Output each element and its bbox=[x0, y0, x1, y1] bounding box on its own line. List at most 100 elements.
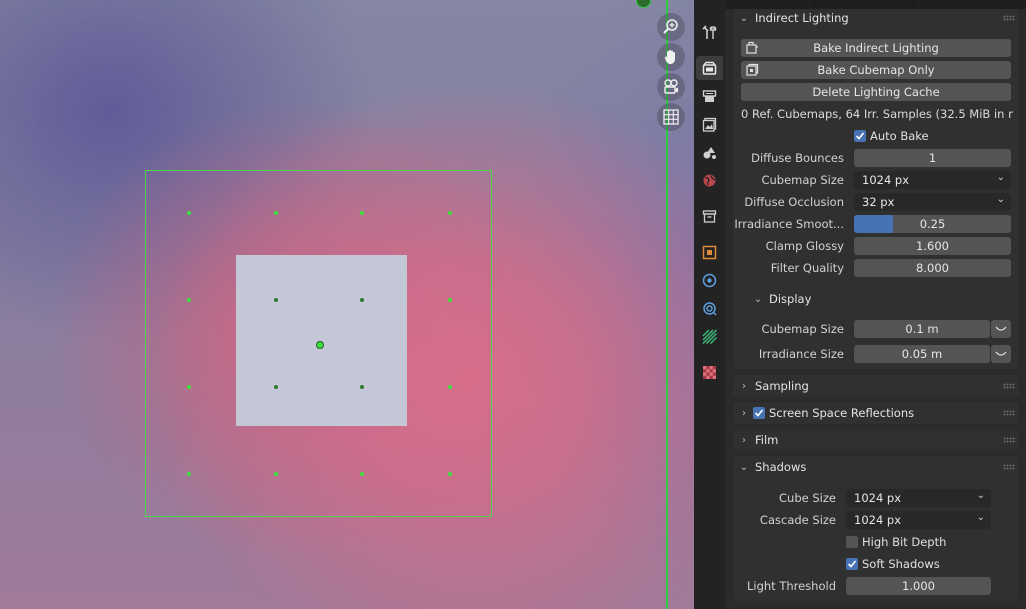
light-threshold-field[interactable]: 1.000 bbox=[846, 577, 991, 595]
3d-viewport[interactable] bbox=[0, 0, 694, 609]
scene-icon bbox=[703, 147, 716, 159]
tab-collection[interactable] bbox=[701, 208, 718, 225]
irradiance-sample-dot bbox=[360, 385, 364, 389]
irradiance-sample-dot bbox=[448, 385, 452, 389]
object-origin-marker bbox=[636, 0, 651, 8]
irradiance-sample-dot bbox=[274, 298, 278, 302]
chevron-right-icon: › bbox=[742, 380, 746, 392]
tab-view-layer[interactable] bbox=[701, 116, 718, 133]
soft-shadows-label: Soft Shadows bbox=[862, 557, 940, 571]
tab-texture[interactable] bbox=[701, 364, 718, 381]
high-bit-depth-checkbox[interactable] bbox=[846, 536, 858, 548]
diffuse-occlusion-label: Diffuse Occlusion bbox=[744, 195, 844, 209]
chevron-down-icon: ⌄ bbox=[996, 172, 1005, 183]
properties-search-field[interactable] bbox=[811, 0, 917, 7]
bake-cubemap-only-button[interactable]: Bake Cubemap Only bbox=[741, 61, 1011, 79]
delete-lighting-cache-button[interactable]: Delete Lighting Cache bbox=[741, 83, 1011, 101]
panel-title: Film bbox=[755, 433, 779, 447]
dropdown-value: 1024 px bbox=[862, 173, 910, 187]
tab-particles[interactable] bbox=[701, 300, 718, 317]
irradiance-smoothing-slider[interactable]: 0.25 bbox=[854, 215, 1011, 233]
auto-bake-label: Auto Bake bbox=[870, 129, 929, 143]
drag-handle-icon[interactable] bbox=[1003, 383, 1015, 389]
irradiance-sample-dot bbox=[274, 211, 278, 215]
render-icon bbox=[702, 61, 717, 75]
camera-view-button[interactable] bbox=[657, 73, 685, 101]
cube-size-label: Cube Size bbox=[779, 491, 836, 505]
cubemap-size-dropdown[interactable]: 1024 px ⌄ bbox=[854, 171, 1011, 189]
properties-editor: ⌄ Indirect Lighting Bake Indirect Lighti… bbox=[725, 0, 1026, 609]
checkmark-icon bbox=[855, 132, 865, 140]
output-icon bbox=[702, 90, 717, 102]
cube-size-dropdown[interactable]: 1024 px ⌄ bbox=[846, 489, 991, 507]
hide-icon bbox=[995, 351, 1007, 356]
cubemap-size-label: Cubemap Size bbox=[761, 173, 844, 187]
view-layer-icon bbox=[702, 117, 717, 132]
cascade-size-dropdown[interactable]: 1024 px ⌄ bbox=[846, 511, 991, 529]
clamp-glossy-field[interactable]: 1.600 bbox=[854, 237, 1011, 255]
irradiance-sample-dot bbox=[448, 211, 452, 215]
irradiance-sample-dot bbox=[187, 385, 191, 389]
texture-icon bbox=[703, 366, 716, 379]
diffuse-bounces-field[interactable]: 1 bbox=[854, 149, 1011, 167]
world-icon bbox=[703, 174, 716, 187]
hand-pan-icon bbox=[664, 50, 675, 64]
display-cubemap-size-field[interactable]: 0.1 m bbox=[854, 320, 990, 338]
chevron-right-icon: › bbox=[742, 434, 746, 446]
irradiance-volume-center-dot[interactable] bbox=[316, 341, 324, 349]
tab-physics[interactable] bbox=[701, 328, 718, 345]
irradiance-sample-dot bbox=[274, 472, 278, 476]
modifier-icon bbox=[702, 273, 717, 288]
zoom-button[interactable] bbox=[657, 13, 685, 41]
button-label: Bake Indirect Lighting bbox=[813, 41, 939, 55]
tab-tool[interactable] bbox=[701, 24, 718, 41]
filter-quality-label: Filter Quality bbox=[770, 261, 844, 275]
tab-world[interactable] bbox=[701, 172, 718, 189]
diffuse-occlusion-dropdown[interactable]: 32 px ⌄ bbox=[854, 193, 1011, 211]
drag-handle-icon[interactable] bbox=[1003, 464, 1015, 470]
filter-quality-field[interactable]: 8.000 bbox=[854, 259, 1011, 277]
drag-handle-icon[interactable] bbox=[1003, 410, 1015, 416]
sampling-header[interactable]: › Sampling bbox=[733, 375, 1019, 397]
irradiance-size-field[interactable]: 0.05 m bbox=[854, 345, 990, 363]
chevron-down-icon: ⌄ bbox=[753, 293, 763, 305]
bake-indirect-lighting-button[interactable]: Bake Indirect Lighting bbox=[741, 39, 1011, 57]
panel-title: Sampling bbox=[755, 379, 809, 393]
button-label: Bake Cubemap Only bbox=[817, 63, 935, 77]
zoom-icon bbox=[663, 19, 678, 34]
shadows-header[interactable]: ⌄ Shadows bbox=[733, 456, 1019, 478]
tab-modifier[interactable] bbox=[701, 272, 718, 289]
soft-shadows-checkbox[interactable] bbox=[846, 558, 858, 570]
grid-icon bbox=[663, 109, 679, 125]
chevron-down-icon: ⌄ bbox=[976, 490, 985, 501]
dropdown-value: 1024 px bbox=[854, 491, 902, 505]
irradiance-sample-dot bbox=[187, 298, 191, 302]
irradiance-sample-dot bbox=[360, 211, 364, 215]
clamp-glossy-label: Clamp Glossy bbox=[765, 239, 844, 253]
ssr-checkbox[interactable] bbox=[753, 407, 765, 419]
tab-scene[interactable] bbox=[701, 144, 718, 161]
auto-bake-checkbox[interactable] bbox=[854, 130, 866, 142]
subpanel-title: Display bbox=[769, 292, 812, 306]
drag-handle-icon[interactable] bbox=[1003, 15, 1015, 21]
tab-output[interactable] bbox=[701, 88, 718, 105]
tab-render[interactable] bbox=[696, 56, 723, 80]
drag-handle-icon[interactable] bbox=[1003, 437, 1015, 443]
indirect-lighting-header[interactable]: ⌄ Indirect Lighting bbox=[733, 7, 1019, 29]
high-bit-depth-label: High Bit Depth bbox=[862, 535, 947, 549]
ssr-header[interactable]: › Screen Space Reflections bbox=[733, 402, 1019, 424]
button-label: Delete Lighting Cache bbox=[812, 85, 940, 99]
panel-title: Screen Space Reflections bbox=[769, 406, 915, 420]
tab-object[interactable] bbox=[701, 244, 718, 261]
display-subpanel-header[interactable]: ⌄ Display bbox=[747, 288, 1017, 310]
bake-icon bbox=[746, 41, 758, 54]
cubemap-display-toggle[interactable] bbox=[991, 320, 1011, 338]
orthographic-toggle-button[interactable] bbox=[657, 103, 685, 131]
irradiance-smoothing-label: Irradiance Smoot... bbox=[734, 217, 844, 231]
irradiance-display-toggle[interactable] bbox=[991, 345, 1011, 363]
irradiance-sample-dot bbox=[274, 385, 278, 389]
pan-button[interactable] bbox=[657, 43, 685, 71]
tool-icon bbox=[702, 25, 717, 39]
irradiance-sample-dot bbox=[360, 472, 364, 476]
film-header[interactable]: › Film bbox=[733, 429, 1019, 451]
